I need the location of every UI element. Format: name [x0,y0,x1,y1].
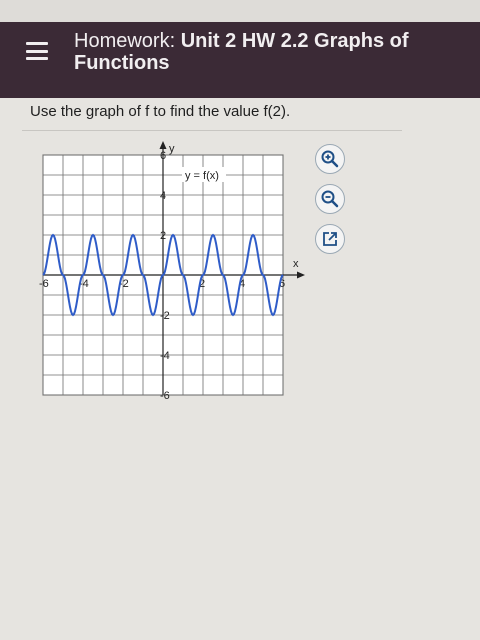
title-prefix: Homework: [74,30,176,52]
function-graph: -6 -4 -2 2 4 6642-2-4-6 y = f(x) y x [39,141,305,402]
y-tick-label: 6 [160,150,166,162]
browser-top-strip [0,0,480,22]
y-tick-label: -2 [160,310,170,322]
zoom-out-button[interactable] [315,184,345,214]
y-tick-label: 2 [160,230,166,242]
zoom-in-button[interactable] [315,144,345,174]
zoom-out-icon [321,190,339,208]
x-tick-label: -6 [39,278,49,290]
question-text: Use the graph of f to find the value f(2… [30,103,291,120]
external-link-icon [323,232,337,246]
y-axis-label: y [169,143,175,155]
y-axis-arrow [159,141,167,149]
x-axis-label: x [293,258,299,270]
hamburger-menu-icon[interactable] [26,38,48,64]
homework-header: Homework: Unit 2 HW 2.2 Graphs of Functi… [0,22,480,98]
function-label: y = f(x) [185,170,219,182]
page-title: Homework: Unit 2 HW 2.2 Graphs of Functi… [74,30,464,74]
y-tick-label: -4 [160,350,170,362]
divider [22,130,402,131]
popout-button[interactable] [315,224,345,254]
y-tick-label: 4 [160,190,166,202]
y-tick-label: -6 [160,390,170,402]
x-axis-arrow [297,271,305,279]
zoom-in-icon [321,150,339,168]
